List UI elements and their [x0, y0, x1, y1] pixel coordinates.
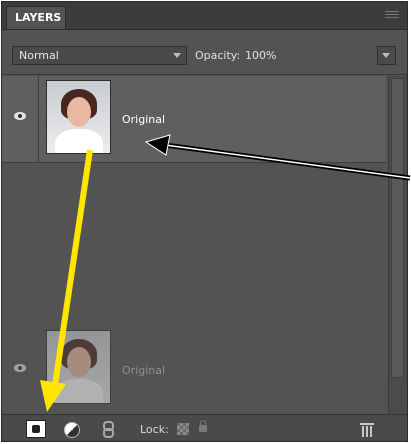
layers-bottom-toolbar: Lock:	[2, 414, 407, 441]
chevron-down-icon	[382, 53, 390, 58]
drag-preview-name: Original	[122, 364, 166, 377]
scrollbar-thumb[interactable]	[391, 78, 404, 378]
adjustment-layer-icon[interactable]	[62, 420, 82, 438]
eye-icon[interactable]	[14, 112, 26, 120]
opacity-label: Opacity:	[195, 49, 241, 62]
drag-preview-layer: Original	[2, 324, 386, 410]
layers-scrollbar[interactable]	[388, 76, 407, 416]
layer-name[interactable]: Original	[122, 113, 165, 126]
panel-tabbar: LAYERS	[2, 2, 407, 30]
layer-options-bar: Normal Opacity: 100%	[2, 30, 407, 75]
blend-mode-value: Normal	[19, 49, 59, 62]
tab-layers[interactable]: LAYERS	[6, 6, 66, 29]
visibility-toggle[interactable]	[2, 76, 39, 162]
drag-preview-thumbnail	[46, 330, 111, 404]
trash-icon[interactable]	[360, 423, 374, 437]
blend-mode-dropdown[interactable]: Normal	[12, 46, 187, 65]
layer-row-original[interactable]: Original	[2, 76, 386, 163]
panel-menu-icon[interactable]	[385, 11, 399, 20]
lock-transparency-icon[interactable]	[177, 423, 189, 435]
lock-icon[interactable]	[199, 420, 207, 432]
opacity-input[interactable]: 100%	[241, 46, 375, 65]
link-layers-icon[interactable]	[98, 420, 118, 438]
chevron-down-icon	[173, 53, 181, 58]
new-layer-icon[interactable]	[26, 420, 46, 438]
opacity-slider-button[interactable]	[377, 46, 396, 65]
lock-label: Lock:	[140, 423, 169, 436]
layers-panel: LAYERS Normal Opacity: 100% Original Ori…	[1, 1, 408, 442]
layer-thumbnail	[46, 80, 111, 154]
eye-icon	[14, 364, 26, 372]
